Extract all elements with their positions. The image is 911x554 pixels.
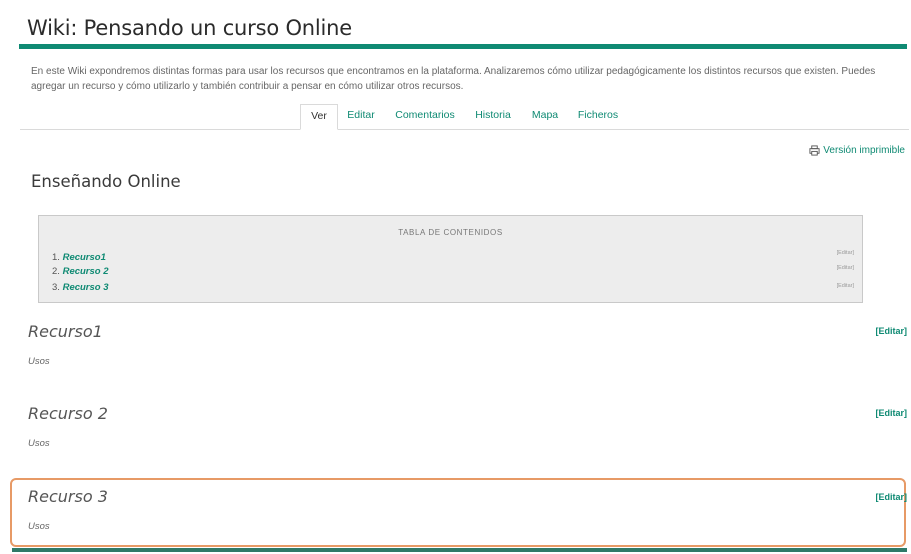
section-edit-link[interactable]: [Editar] (876, 492, 908, 502)
section-title-recurso1: Recurso1 (28, 322, 103, 341)
print-version-label: Versión imprimible (823, 145, 905, 156)
toc-link-recurso-2[interactable]: Recurso 2 (63, 266, 109, 277)
toc-edit-link[interactable]: [Editar] (837, 265, 854, 271)
section-title-recurso-2: Recurso 2 (28, 404, 108, 423)
section-edit-link[interactable]: [Editar] (876, 326, 908, 336)
toc-edit-link[interactable]: [Editar] (837, 250, 854, 256)
toc-link-recurso-3[interactable]: Recurso 3 (63, 282, 109, 293)
toc-item: 1. Recurso1 (52, 252, 106, 263)
toc-item-number: 2. (52, 266, 60, 277)
table-of-contents: Tabla de contenidos 1. Recurso1 [Editar]… (38, 215, 863, 303)
tab-editar[interactable]: Editar (344, 104, 378, 128)
title-rule (19, 44, 907, 49)
highlighted-section-frame (10, 478, 906, 547)
page-title: Wiki: Pensando un curso Online (27, 16, 352, 40)
toc-item: 3. Recurso 3 (52, 282, 109, 293)
section-body: Usos (28, 521, 50, 532)
print-version-link[interactable]: Versión imprimible (809, 145, 905, 156)
bottom-stripe (12, 548, 907, 552)
tab-mapa[interactable]: Mapa (529, 104, 561, 128)
section-edit-link[interactable]: [Editar] (876, 408, 908, 418)
tab-historia[interactable]: Historia (470, 104, 516, 128)
toc-item: 2. Recurso 2 (52, 266, 109, 277)
tab-ver[interactable]: Ver (300, 104, 338, 130)
tab-ficheros[interactable]: Ficheros (575, 104, 621, 128)
tab-bar: Ver Editar Comentarios Historia Mapa Fic… (20, 104, 909, 130)
section-body: Usos (28, 356, 50, 367)
toc-edit-link[interactable]: [Editar] (837, 283, 854, 289)
toc-link-recurso1[interactable]: Recurso1 (63, 252, 106, 263)
toc-item-number: 3. (52, 282, 60, 293)
main-heading: Enseñando Online (31, 172, 181, 191)
printer-icon (809, 145, 820, 156)
section-title-recurso-3: Recurso 3 (28, 487, 108, 506)
section-body: Usos (28, 438, 50, 449)
intro-text: En este Wiki expondremos distintas forma… (31, 66, 876, 92)
toc-title: Tabla de contenidos (398, 228, 503, 237)
toc-item-number: 1. (52, 252, 60, 263)
tab-comentarios[interactable]: Comentarios (392, 104, 458, 128)
